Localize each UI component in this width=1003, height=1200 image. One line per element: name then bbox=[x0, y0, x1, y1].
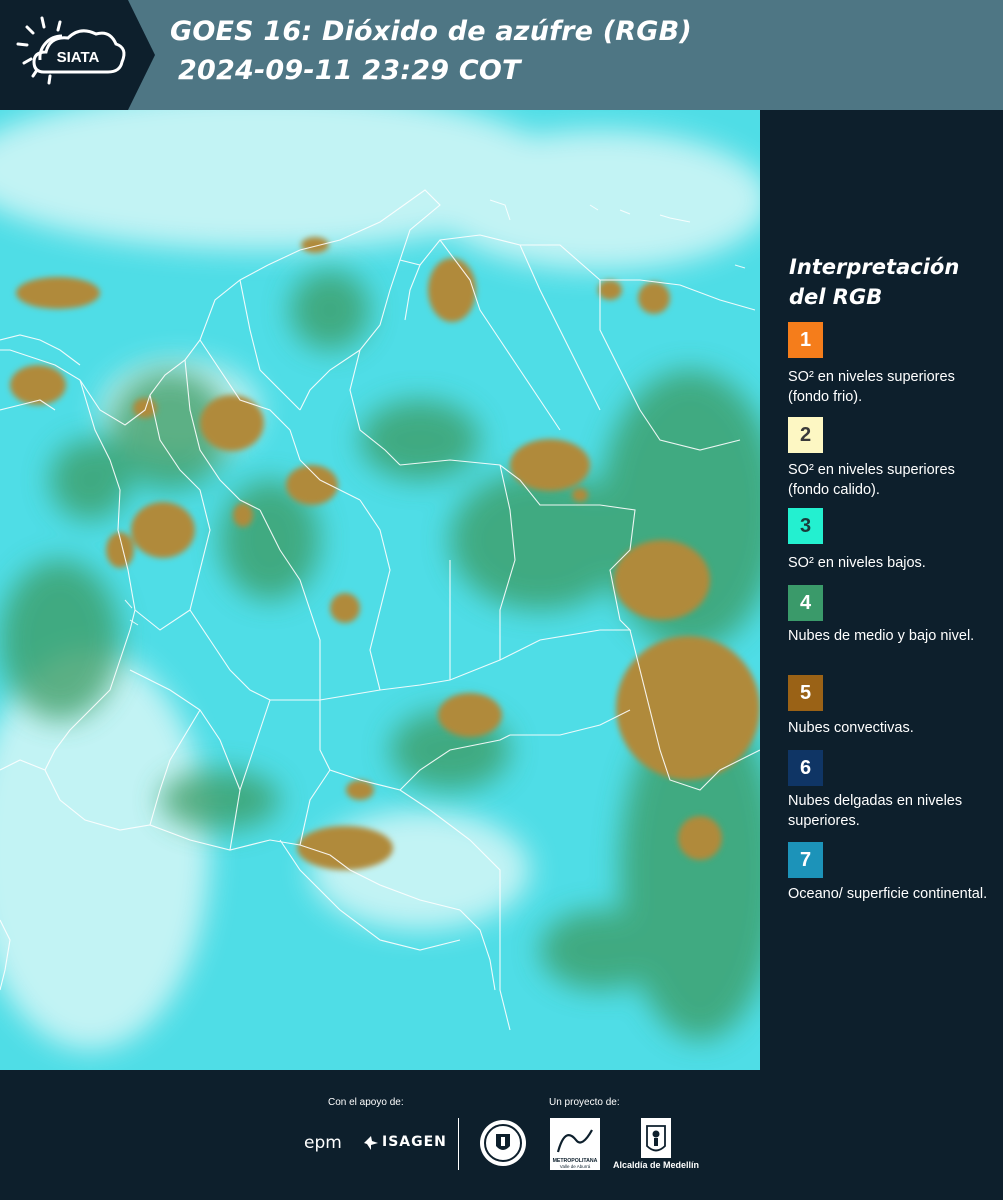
legend-swatch-7: 7 bbox=[788, 842, 823, 878]
legend-swatch-1-number: 1 bbox=[799, 328, 812, 351]
legend-swatch-6: 6 bbox=[788, 750, 823, 786]
legend-swatch-5-number: 5 bbox=[799, 681, 812, 704]
medellin-seal-icon bbox=[480, 1120, 526, 1166]
legend-text-3: SO² en niveles bajos. bbox=[788, 555, 926, 571]
legend-text-1: SO² en niveles superiores (fondo frio). bbox=[788, 369, 955, 405]
epm-logo: epm bbox=[304, 1133, 342, 1153]
isagen-logo: ISAGEN bbox=[382, 1134, 447, 1150]
footer-divider bbox=[458, 1118, 459, 1170]
legend-text-5: Nubes convectivas. bbox=[788, 720, 914, 736]
area-metropolitana-logo: METROPOLITANA Valle de Aburrá bbox=[550, 1118, 600, 1170]
legend-swatch-2-number: 2 bbox=[799, 423, 812, 446]
legend-swatch-6-number: 6 bbox=[799, 756, 812, 779]
alcaldia-shield-icon bbox=[641, 1118, 671, 1158]
legend-swatch-4-number: 4 bbox=[799, 591, 812, 614]
siata-logo-text: SIATA bbox=[57, 49, 100, 66]
legend-swatch-5: 5 bbox=[788, 675, 823, 711]
legend-swatch-1: 1 bbox=[788, 322, 823, 358]
legend-panel: Interpretación del RGB 1 SO² en niveles … bbox=[760, 110, 1003, 1070]
legend-text-6: Nubes delgadas en niveles superiores. bbox=[788, 793, 963, 829]
footer: Con el apoyo de: Un proyecto de: epm ISA… bbox=[0, 1070, 1003, 1200]
project-label: Un proyecto de: bbox=[549, 1097, 620, 1108]
legend-text-2: SO² en niveles superiores (fondo calido)… bbox=[788, 462, 955, 498]
header: SIATA GOES 16: Dióxido de azúfre (RGB) 2… bbox=[0, 0, 1003, 110]
legend-swatch-3-number: 3 bbox=[799, 514, 812, 537]
alcaldia-text: Alcaldía de Medellín bbox=[613, 1160, 700, 1170]
legend-text-4: Nubes de medio y bajo nivel. bbox=[788, 628, 975, 644]
legend-swatch-4: 4 bbox=[788, 585, 823, 621]
siata-logo: SIATA bbox=[0, 0, 155, 110]
legend-title: Interpretación del RGB bbox=[789, 255, 960, 309]
page-title: GOES 16: Dióxido de azúfre (RGB) bbox=[170, 16, 692, 47]
legend-swatch-2: 2 bbox=[788, 417, 823, 453]
legend-swatch-3: 3 bbox=[788, 508, 823, 544]
page-timestamp: 2024-09-11 23:29 COT bbox=[178, 55, 521, 86]
isagen-mark-icon bbox=[364, 1136, 378, 1150]
satellite-map[interactable] bbox=[0, 110, 760, 1070]
legend-text-7: Oceano/ superficie continental. bbox=[788, 886, 988, 902]
legend-swatch-7-number: 7 bbox=[799, 848, 812, 871]
support-label: Con el apoyo de: bbox=[328, 1097, 404, 1108]
area-sub-text: Valle de Aburrá bbox=[560, 1164, 591, 1169]
